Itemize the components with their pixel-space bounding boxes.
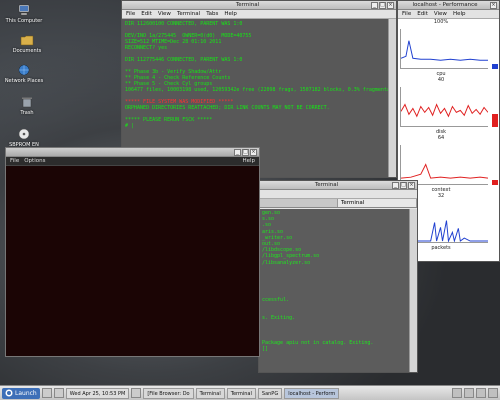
computer-icon: [18, 4, 30, 16]
menu-file[interactable]: File: [402, 11, 411, 17]
taskbar-item-terminal-1[interactable]: Terminal: [195, 387, 225, 399]
window-title: localhost - Performance: [412, 2, 478, 8]
context-graph: [400, 145, 489, 185]
disk-value: 64: [437, 135, 445, 141]
tab-terminal[interactable]: Terminal: [338, 199, 417, 207]
app-canvas[interactable]: [6, 166, 259, 356]
taskbar-item-terminal-2[interactable]: Terminal: [226, 387, 256, 399]
browser-quicklaunch-icon[interactable]: [53, 388, 64, 398]
menu-file[interactable]: File: [10, 158, 19, 164]
menu-edit[interactable]: Edit: [417, 11, 428, 17]
disk-level-bar: [492, 114, 498, 127]
taskbar-item-file-browser[interactable]: [File Browser: Do: [143, 387, 194, 399]
menubar: File Options Help: [6, 157, 259, 166]
menu-tabs[interactable]: Tabs: [206, 11, 218, 17]
cpu-graph: [400, 29, 488, 69]
desktop-icon-label: Documents: [12, 48, 42, 54]
minimize-button[interactable]: _: [371, 1, 378, 9]
window-title: Terminal: [235, 2, 260, 8]
network-tray-icon[interactable]: [464, 388, 474, 398]
terminal-output[interactable]: gen.so s.so .so aris.so _writer.so out.so/lib…: [259, 209, 409, 372]
menu-view[interactable]: View: [158, 11, 171, 17]
disk-graph: [400, 87, 489, 127]
close-button[interactable]: ×: [408, 181, 415, 189]
security-tray-icon[interactable]: [452, 388, 462, 398]
tab-1[interactable]: [259, 199, 338, 207]
menubar: File Edit View Terminal Tabs Help: [122, 10, 396, 19]
menubar: File Edit View Help: [398, 10, 499, 19]
trash-tray-icon[interactable]: [488, 388, 498, 398]
launch-button[interactable]: Launch: [2, 387, 40, 399]
menu-help[interactable]: Help: [453, 11, 466, 17]
taskbar-item-sanpg[interactable]: SanPG: [257, 387, 283, 399]
titlebar[interactable]: Terminal _ □ ×: [259, 181, 417, 190]
close-button[interactable]: ×: [250, 148, 257, 156]
titlebar[interactable]: Terminal _ □ ×: [122, 1, 396, 10]
taskbar: Launch Wed Apr 25, 10:53 PM [File Browse…: [0, 385, 500, 400]
scrollbar[interactable]: [388, 19, 396, 177]
launch-icon: [5, 389, 13, 397]
menu-help[interactable]: Help: [224, 11, 237, 17]
terminal-line: []: [262, 346, 269, 353]
tab-bar: Terminal: [259, 199, 417, 208]
menu-edit[interactable]: Edit: [141, 11, 152, 17]
menu-file[interactable]: File: [126, 11, 135, 17]
desktop-icon-network-places[interactable]: Network Places: [4, 64, 44, 84]
window-title: Terminal: [314, 182, 339, 188]
terminal-window-second[interactable]: Terminal _ □ × Terminal gen.so s.so .so ari…: [258, 180, 418, 373]
close-button[interactable]: ×: [387, 1, 394, 9]
desktop-icon-label: Network Places: [4, 78, 44, 84]
menubar: [259, 190, 417, 199]
desktop-icon-label: Trash: [20, 110, 34, 116]
taskbar-item-performance[interactable]: localhost - Perform: [284, 387, 340, 399]
trash-icon: [22, 97, 32, 108]
clock[interactable]: Wed Apr 25, 10:53 PM: [65, 387, 130, 399]
desktop-icon-label: This Computer: [5, 18, 43, 24]
desktop-icon-cdrom[interactable]: SBPROM EN: [4, 128, 44, 148]
menu-help[interactable]: Help: [242, 158, 255, 164]
menu-view[interactable]: View: [434, 11, 447, 17]
close-button[interactable]: ×: [490, 1, 497, 9]
percent-label: 100%: [433, 19, 449, 25]
maximize-button[interactable]: □: [400, 181, 407, 189]
scrollbar[interactable]: [409, 209, 417, 372]
volume-tray-icon[interactable]: [476, 388, 486, 398]
system-tray: [452, 388, 498, 398]
cpu-value: 40: [437, 77, 445, 83]
minimize-button[interactable]: _: [234, 148, 241, 156]
context-level-bar: [492, 180, 498, 185]
desktop-icon-trash[interactable]: Trash: [7, 96, 47, 116]
titlebar[interactable]: localhost - Performance ×: [398, 1, 499, 10]
titlebar[interactable]: _ □ ×: [6, 148, 259, 157]
folder-icon: [20, 35, 34, 46]
app-window[interactable]: _ □ × File Options Help: [5, 147, 260, 357]
terminal-quicklaunch-icon[interactable]: [41, 388, 52, 398]
cpu-level-bar: [492, 64, 498, 69]
cdrom-icon: [18, 128, 30, 140]
menu-terminal[interactable]: Terminal: [177, 11, 200, 17]
menu-options[interactable]: Options: [24, 158, 45, 164]
maximize-button[interactable]: □: [379, 1, 386, 9]
show-desktop-icon[interactable]: [131, 388, 142, 398]
desktop-icon-documents[interactable]: Documents: [7, 34, 47, 54]
terminal-line: # |: [125, 123, 135, 129]
desktop-icon-this-computer[interactable]: This Computer: [4, 4, 44, 24]
launch-label: Launch: [15, 389, 37, 397]
maximize-button[interactable]: □: [242, 148, 249, 156]
terminal-line: 106477 files, 10003198 used, 12059342e f…: [125, 87, 388, 93]
minimize-button[interactable]: _: [392, 181, 399, 189]
network-icon: [18, 64, 30, 76]
